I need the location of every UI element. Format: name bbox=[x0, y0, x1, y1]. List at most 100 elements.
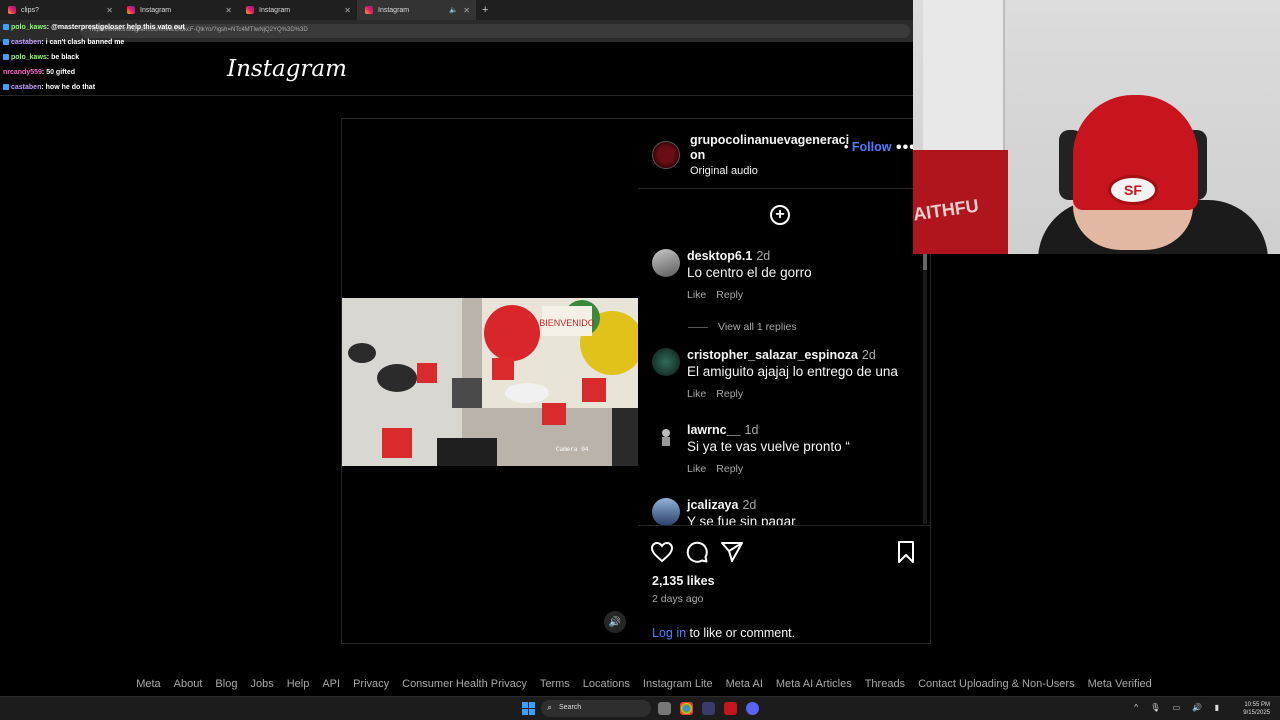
instagram-favicon-icon bbox=[246, 6, 254, 14]
footer-link-threads[interactable]: Threads bbox=[865, 678, 905, 690]
footer-link-meta[interactable]: Meta bbox=[136, 678, 160, 690]
view-replies-button[interactable]: View all 1 replies bbox=[688, 321, 797, 333]
comment-username[interactable]: jcalizaya bbox=[687, 498, 738, 512]
comment-avatar[interactable] bbox=[652, 423, 680, 451]
cctv-frame: BIENVENIDO Camera 04 bbox=[342, 298, 638, 466]
like-comment-button[interactable]: Like bbox=[687, 388, 706, 400]
scrollbar-thumb[interactable] bbox=[923, 254, 927, 270]
footer-link-contact-uploading[interactable]: Contact Uploading & Non-Users bbox=[918, 678, 1075, 690]
share-send-icon[interactable] bbox=[720, 540, 744, 564]
chrome-icon[interactable] bbox=[680, 702, 693, 715]
footer-link-api[interactable]: API bbox=[322, 678, 340, 690]
close-tab-icon[interactable]: ✕ bbox=[225, 6, 232, 15]
comment-username[interactable]: lawrnc__ bbox=[687, 423, 741, 437]
author-avatar[interactable] bbox=[652, 141, 680, 169]
like-heart-icon[interactable] bbox=[650, 540, 674, 564]
footer-link-help[interactable]: Help bbox=[287, 678, 310, 690]
taskbar-search[interactable]: ⌕ Search bbox=[541, 700, 651, 717]
footer-link-blog[interactable]: Blog bbox=[215, 678, 237, 690]
url-field[interactable]: https://www.instagram.com/reel/DOkcF-Qlk… bbox=[80, 24, 910, 38]
footer-link-consumer-health[interactable]: Consumer Health Privacy bbox=[402, 678, 527, 690]
reply-button[interactable]: Reply bbox=[716, 463, 743, 475]
author-username[interactable]: grupocolinanuevageneraci on bbox=[690, 133, 849, 163]
follow-button[interactable]: • Follow bbox=[844, 140, 891, 154]
chat-username: castaben bbox=[11, 84, 42, 91]
tab-label: Instagram bbox=[378, 6, 410, 14]
tab-audio-icon[interactable]: 🔈 bbox=[449, 6, 458, 14]
load-more-comments-icon[interactable]: + bbox=[770, 205, 790, 225]
mute-toggle-icon[interactable]: 🔊 bbox=[604, 611, 626, 633]
footer-link-instagram-lite[interactable]: Instagram Lite bbox=[643, 678, 713, 690]
new-tab-icon[interactable]: + bbox=[482, 4, 488, 16]
webcam-background-door bbox=[923, 0, 1005, 160]
discord-icon[interactable] bbox=[746, 702, 759, 715]
chat-text: 50 gifted bbox=[46, 69, 75, 76]
comment-username[interactable]: desktop6.1 bbox=[687, 249, 752, 263]
login-link[interactable]: Log in bbox=[652, 626, 686, 640]
search-icon: ⌕ bbox=[547, 702, 553, 712]
comment-text: Y se fue sin pagar bbox=[687, 514, 796, 525]
footer-link-privacy[interactable]: Privacy bbox=[353, 678, 389, 690]
comment-bubble-icon[interactable] bbox=[685, 540, 709, 564]
save-bookmark-icon[interactable] bbox=[894, 540, 918, 564]
reply-button[interactable]: Reply bbox=[716, 289, 743, 301]
reel-video[interactable]: BIENVENIDO Camera 04 bbox=[342, 298, 638, 466]
footer-link-jobs[interactable]: Jobs bbox=[250, 678, 273, 690]
tab-label: Instagram bbox=[259, 6, 291, 14]
browser-tab[interactable]: Instagram ✕ bbox=[238, 0, 357, 20]
app-icon[interactable] bbox=[702, 702, 715, 715]
windows-taskbar: ⌕ Search ^ 🎙 ▭ 🔊 ▮ 10:55 PM 9/15/2025 bbox=[0, 696, 1280, 720]
post-author-header: grupocolinanuevageneraci on • Follow •••… bbox=[638, 119, 930, 189]
view-replies-label: View all 1 replies bbox=[718, 321, 797, 333]
chat-message: castaben: how he do that bbox=[3, 80, 185, 95]
comment-avatar[interactable] bbox=[652, 249, 680, 277]
task-view-icon[interactable] bbox=[658, 702, 671, 715]
chat-badge-icon bbox=[3, 84, 9, 91]
post-media: BIENVENIDO Camera 04 🔊 bbox=[342, 119, 638, 643]
close-tab-icon[interactable]: ✕ bbox=[344, 6, 351, 15]
footer-link-meta-ai[interactable]: Meta AI bbox=[726, 678, 763, 690]
comment-avatar[interactable] bbox=[652, 348, 680, 376]
footer-links: Meta About Blog Jobs Help API Privacy Co… bbox=[0, 678, 1280, 690]
comment-text: Lo centro el de gorro bbox=[687, 265, 812, 280]
chat-text: be black bbox=[51, 54, 80, 61]
original-audio-link[interactable]: Original audio bbox=[690, 165, 758, 177]
comment-avatar[interactable] bbox=[652, 498, 680, 525]
post-actions: 2,135 likes 2 days ago Log in to like or… bbox=[638, 525, 930, 643]
stream-chat-overlay: polo_kaws: @masterprestigeloser help thi… bbox=[3, 6, 185, 95]
video-overlay-text: Camera 04 bbox=[556, 446, 589, 453]
footer-link-about[interactable]: About bbox=[174, 678, 203, 690]
webcam-overlay: AITHFU SF bbox=[913, 0, 1280, 254]
figure-icon bbox=[662, 429, 670, 446]
reply-button[interactable]: Reply bbox=[716, 388, 743, 400]
windows-start-icon[interactable] bbox=[522, 702, 535, 715]
footer-link-meta-verified[interactable]: Meta Verified bbox=[1088, 678, 1152, 690]
app-icon[interactable] bbox=[724, 702, 737, 715]
footer-link-locations[interactable]: Locations bbox=[583, 678, 630, 690]
clock-time: 10:55 PM bbox=[1244, 702, 1270, 708]
team-logo-icon: SF bbox=[1108, 175, 1158, 205]
post-card: BIENVENIDO Camera 04 🔊 grupocolinanuevag… bbox=[341, 118, 931, 644]
chat-username: castaben bbox=[11, 39, 42, 46]
chat-badge-icon bbox=[3, 39, 9, 46]
close-tab-icon[interactable]: ✕ bbox=[463, 6, 470, 15]
replies-divider bbox=[688, 326, 708, 328]
post-date: 2 days ago bbox=[652, 593, 704, 605]
system-tray-icons[interactable]: ^ 🎙 ▭ 🔊 ▮ bbox=[1134, 703, 1224, 712]
browser-tab-active[interactable]: Instagram 🔈 ✕ bbox=[357, 0, 476, 20]
follow-label: Follow bbox=[851, 140, 892, 154]
comment-username[interactable]: cristopher_salazar_espinoza bbox=[687, 348, 858, 362]
taskbar-clock[interactable]: 10:55 PM 9/15/2025 bbox=[1243, 701, 1270, 717]
like-comment-button[interactable]: Like bbox=[687, 289, 706, 301]
instagram-logo[interactable]: Instagram bbox=[227, 56, 347, 82]
comment-time: 2d bbox=[742, 498, 757, 512]
comments-scrollbar[interactable] bbox=[923, 254, 927, 524]
footer-link-meta-ai-articles[interactable]: Meta AI Articles bbox=[776, 678, 852, 690]
post-sidebar: grupocolinanuevageneraci on • Follow •••… bbox=[638, 119, 930, 643]
comments-list: + desktop6.1 2d Lo centro el de gorro Lik… bbox=[638, 189, 930, 525]
like-comment-button[interactable]: Like bbox=[687, 463, 706, 475]
footer-link-terms[interactable]: Terms bbox=[540, 678, 570, 690]
chat-text: i can't clash banned me bbox=[45, 39, 125, 46]
likes-count[interactable]: 2,135 likes bbox=[652, 574, 715, 588]
header-divider bbox=[0, 95, 913, 96]
